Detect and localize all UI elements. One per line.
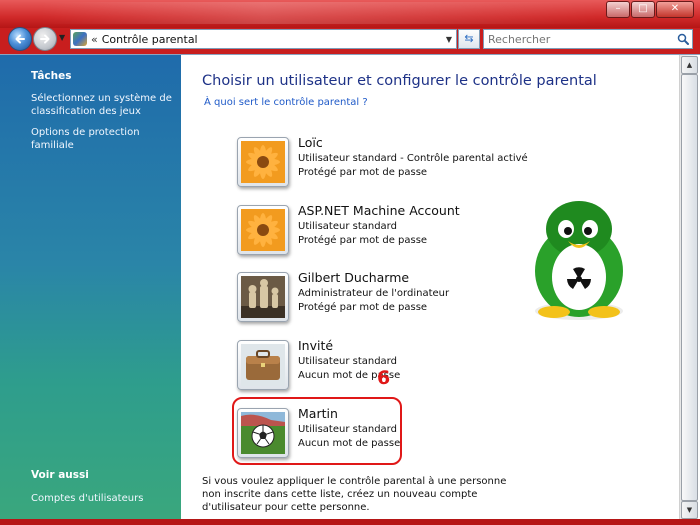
user-tile-loic[interactable]: Loïc Utilisateur standard - Contrôle par… [237, 135, 528, 191]
user-tile-gilbert[interactable]: Gilbert Ducharme Administrateur de l'ord… [237, 270, 467, 326]
back-arrow-icon [15, 34, 25, 44]
user-tile-aspnet[interactable]: ASP.NET Machine Account Utilisateur stan… [237, 203, 467, 259]
selection-highlight [232, 397, 402, 465]
minimize-button[interactable]: – [606, 1, 630, 18]
desktop-bottom-strip [0, 519, 700, 525]
address-text[interactable]: Contrôle parental [102, 33, 198, 46]
refresh-button[interactable]: ⇆ [458, 29, 480, 49]
search-icon[interactable] [674, 33, 692, 45]
user-name: ASP.NET Machine Account [298, 203, 460, 218]
scroll-down-icon[interactable]: ▼ [681, 501, 698, 519]
forward-arrow-icon [40, 34, 50, 44]
user-password-status: Protégé par mot de passe [298, 167, 428, 178]
user-name: Loïc [298, 135, 323, 150]
user-picture [237, 137, 289, 187]
annotation-number: 6 [377, 367, 391, 389]
page-title: Choisir un utilisateur et configurer le … [202, 73, 597, 89]
maximize-button[interactable]: □ [631, 1, 655, 18]
search-input[interactable] [484, 31, 674, 47]
tasks-heading: Tâches [31, 70, 72, 82]
task-pane: Tâches Sélectionnez un système de classi… [0, 55, 181, 520]
window-controls: – □ ✕ [606, 1, 694, 18]
address-separator: « [91, 32, 98, 46]
main-panel: Choisir un utilisateur et configurer le … [181, 55, 679, 520]
see-also-heading: Voir aussi [31, 469, 89, 481]
user-account-type: Administrateur de l'ordinateur [298, 288, 450, 299]
sidebar-link-game-rating[interactable]: Sélectionnez un système de classificatio… [31, 92, 176, 118]
forward-button[interactable] [33, 27, 57, 51]
navigation-bar: ▼ « Contrôle parental ▼ ⇆ [0, 22, 700, 54]
scroll-up-icon[interactable]: ▲ [681, 56, 698, 74]
search-box[interactable] [483, 29, 693, 49]
sidebar-link-user-accounts[interactable]: Comptes d'utilisateurs [31, 492, 176, 505]
refresh-icon: ⇆ [464, 32, 474, 45]
briefcase-icon [241, 344, 285, 386]
scrollbar-thumb[interactable] [681, 74, 698, 501]
user-name: Gilbert Ducharme [298, 270, 410, 285]
user-picture [237, 272, 289, 322]
flower-icon [241, 141, 285, 183]
user-account-type: Utilisateur standard [298, 221, 397, 232]
title-bar-glare [40, 2, 600, 24]
close-button[interactable]: ✕ [656, 1, 694, 18]
user-picture [237, 205, 289, 255]
user-password-status: Protégé par mot de passe [298, 302, 428, 313]
chess-icon [241, 276, 285, 318]
user-password-status: Protégé par mot de passe [298, 235, 428, 246]
penguin-mascot-icon [535, 201, 623, 320]
create-account-hint: Si vous voulez appliquer le contrôle par… [202, 476, 507, 513]
back-button[interactable] [8, 27, 32, 51]
help-link[interactable]: À quoi sert le contrôle parental ? [204, 97, 368, 108]
flower-icon [241, 209, 285, 251]
user-account-type: Utilisateur standard - Contrôle parental… [298, 153, 528, 164]
sidebar-link-family-safety[interactable]: Options de protection familiale [31, 126, 176, 152]
control-panel-icon [73, 32, 87, 46]
user-name: Invité [298, 338, 334, 353]
user-tile-invite[interactable]: Invité Utilisateur standard Aucun mot de… [237, 338, 467, 394]
address-dropdown-icon[interactable]: ▼ [446, 35, 452, 44]
history-dropdown-icon[interactable]: ▼ [59, 33, 65, 42]
user-picture [237, 340, 289, 390]
vertical-scrollbar[interactable]: ▲ ▼ [679, 55, 698, 520]
address-bar[interactable]: « Contrôle parental ▼ [70, 29, 457, 49]
explorer-content: Tâches Sélectionnez un système de classi… [0, 54, 700, 520]
user-account-type: Utilisateur standard [298, 356, 397, 367]
